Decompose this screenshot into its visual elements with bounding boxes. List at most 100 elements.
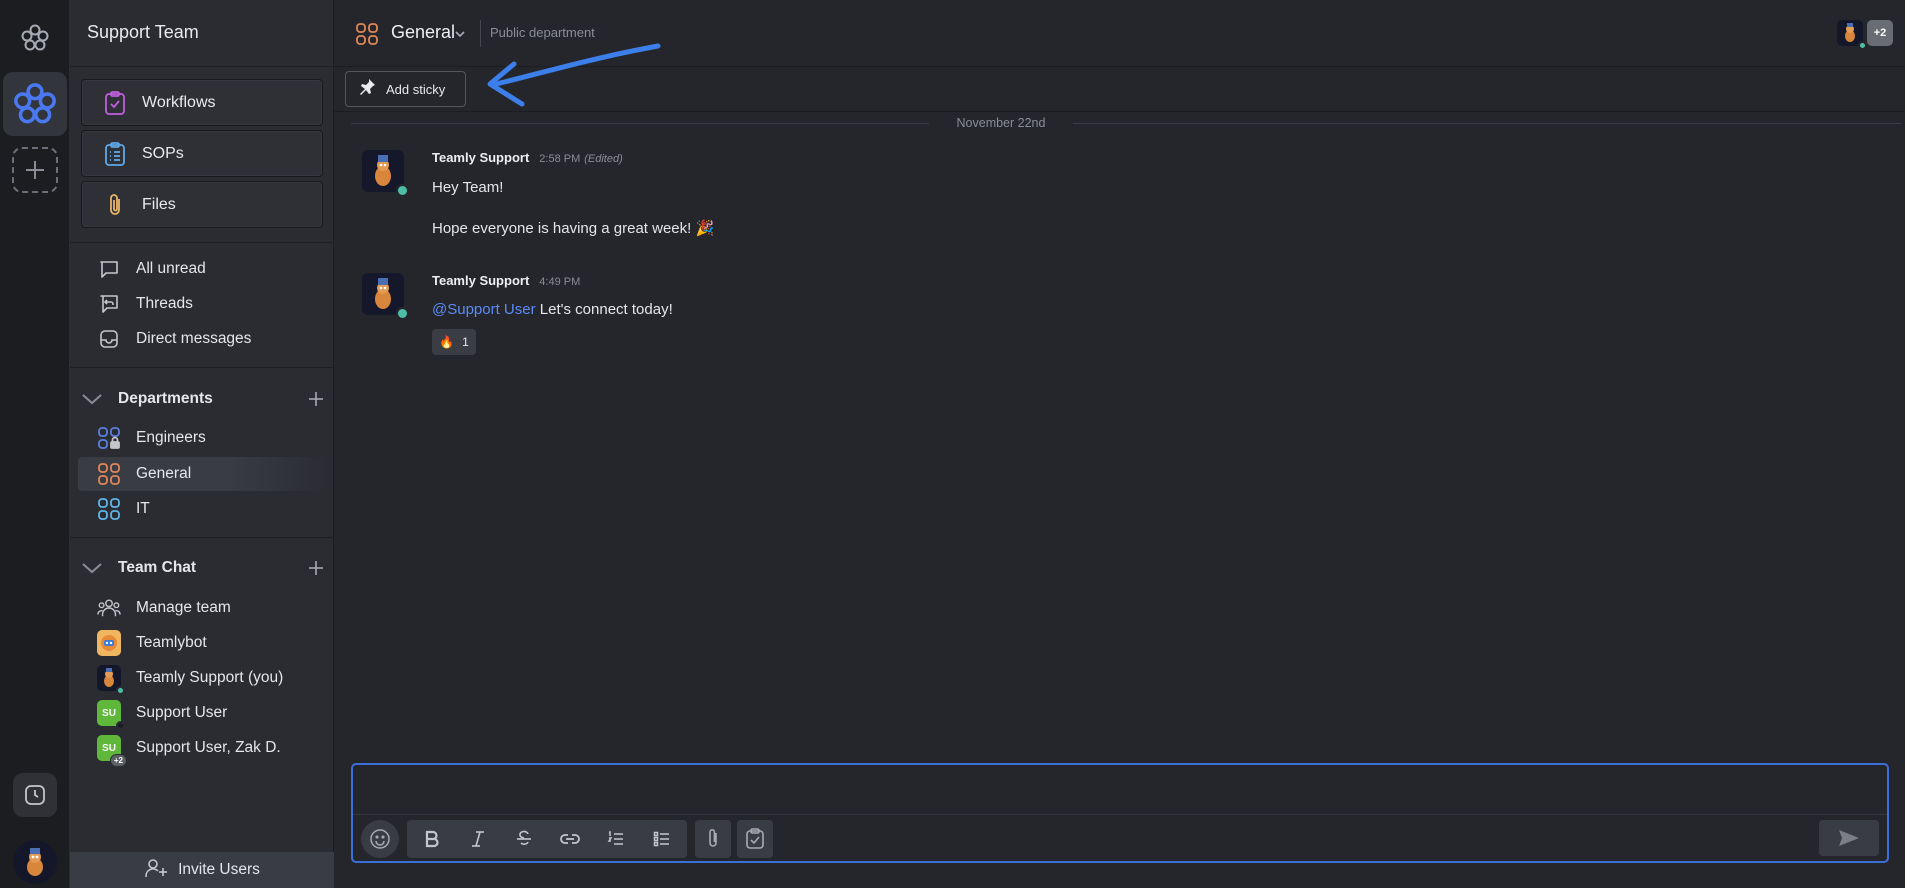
main-panel: General Public department +2 Add sticky <box>334 0 1905 888</box>
author-name[interactable]: Teamly Support <box>432 150 529 165</box>
department-locked-icon <box>97 426 121 450</box>
nav-label: All unread <box>136 260 206 277</box>
threads-icon <box>97 292 121 316</box>
chat-group-support-user-zak[interactable]: SU +2 Support User, Zak D. <box>97 734 281 767</box>
section-label: Team Chat <box>118 559 197 576</box>
chevron-down-icon[interactable] <box>80 387 104 411</box>
message-text: Hey Team! <box>432 179 504 196</box>
paperclip-icon <box>102 192 128 218</box>
bold-button[interactable] <box>414 822 450 856</box>
chat-label: Teamly Support (you) <box>136 669 284 686</box>
online-status-dot <box>396 184 409 197</box>
divider <box>70 242 334 243</box>
reaction-chip[interactable]: 🔥 1 <box>432 329 476 355</box>
more-members-badge[interactable]: +2 <box>1867 20 1893 46</box>
message[interactable]: Teamly Support 4:49 PM @Support User Let'… <box>362 273 1762 363</box>
message-text: Hope everyone is having a great week! 🎉 <box>432 220 715 237</box>
bullet-list-button[interactable] <box>644 822 680 856</box>
annotation-arrow-icon <box>487 43 661 107</box>
invite-label: Invite Users <box>178 861 260 878</box>
bold-icon <box>425 830 439 848</box>
user-mention[interactable]: @Support User <box>432 301 536 318</box>
user-avatar[interactable] <box>13 840 57 884</box>
divider <box>70 66 334 67</box>
fire-emoji-icon: 🔥 <box>439 335 455 349</box>
add-sticky-button[interactable]: Add sticky <box>345 71 466 107</box>
paperclip-icon <box>709 829 717 847</box>
tool-label: Files <box>142 195 176 213</box>
date-separator: November 22nd <box>351 114 1901 132</box>
divider <box>353 814 1887 815</box>
chat-teamlybot[interactable]: Teamlybot <box>97 629 207 657</box>
channel-name[interactable]: General <box>391 22 455 43</box>
task-button[interactable] <box>737 820 773 858</box>
strikethrough-button[interactable] <box>506 822 542 856</box>
author-avatar[interactable] <box>362 273 409 320</box>
online-status-dot <box>396 307 409 320</box>
teamly-logo-icon[interactable] <box>17 20 53 56</box>
link-icon <box>560 834 580 844</box>
author-avatar[interactable] <box>362 150 409 197</box>
author-name[interactable]: Teamly Support <box>432 273 529 288</box>
attach-button[interactable] <box>695 820 731 858</box>
chevron-down-icon[interactable] <box>80 556 104 580</box>
member-avatar[interactable] <box>1837 20 1867 50</box>
tool-sops[interactable]: SOPs <box>81 130 323 177</box>
emoji-button[interactable] <box>361 820 399 858</box>
tool-workflows[interactable]: Workflows <box>81 79 323 126</box>
italic-button[interactable] <box>460 822 496 856</box>
add-department-icon[interactable] <box>306 389 326 409</box>
online-status-dot <box>116 686 125 695</box>
italic-icon <box>472 831 484 847</box>
divider <box>351 123 929 124</box>
inbox-icon <box>97 327 121 351</box>
clock-icon[interactable] <box>13 773 57 817</box>
add-user-icon <box>144 857 168 884</box>
link-button[interactable] <box>552 822 588 856</box>
chat-manage-team[interactable]: Manage team <box>97 594 231 622</box>
message-input[interactable] <box>353 765 1887 813</box>
message-time: 4:49 PM <box>539 276 581 288</box>
workspace-title: Support Team <box>87 22 199 42</box>
tool-label: SOPs <box>142 144 184 162</box>
date-label: November 22nd <box>956 116 1046 130</box>
department-engineers[interactable]: Engineers <box>97 424 206 452</box>
send-icon <box>1839 830 1859 846</box>
department-label: Engineers <box>136 429 206 446</box>
workspace-support-team[interactable] <box>3 72 67 136</box>
add-chat-icon[interactable] <box>306 558 326 578</box>
online-status-dot <box>1858 41 1867 50</box>
add-workspace-button[interactable] <box>12 147 58 193</box>
nav-label: Direct messages <box>136 330 252 347</box>
workspace-rail <box>0 0 70 888</box>
department-general[interactable]: General <box>97 460 191 488</box>
section-departments[interactable]: Departments <box>80 386 326 412</box>
numbered-list-button[interactable] <box>598 822 634 856</box>
clipboard-list-icon <box>102 141 128 167</box>
chat-support-user[interactable]: SU Support User <box>97 699 227 730</box>
department-it[interactable]: IT <box>97 495 150 523</box>
reaction-count: 1 <box>462 335 469 349</box>
invite-users-button[interactable]: Invite Users <box>70 852 334 888</box>
group-avatar: SU +2 <box>97 735 127 767</box>
message-body: Let's connect today! <box>539 301 673 318</box>
edited-label: (Edited) <box>584 153 623 165</box>
avatar-initials: SU <box>102 707 116 719</box>
nav-threads[interactable]: Threads <box>97 290 193 318</box>
nav-all-unread[interactable]: All unread <box>97 255 206 283</box>
divider <box>70 367 334 368</box>
section-team-chat[interactable]: Team Chat <box>80 555 326 581</box>
chevron-down-icon[interactable] <box>454 27 466 39</box>
channel-members[interactable]: +2 <box>1837 20 1893 50</box>
chat-bubble-icon <box>97 257 121 281</box>
send-button[interactable] <box>1819 820 1879 856</box>
chat-teamly-support[interactable]: Teamly Support (you) <box>97 664 284 695</box>
tool-label: Workflows <box>142 93 216 111</box>
message[interactable]: Teamly Support 2:58 PM (Edited) Hey Team! … <box>362 150 1762 240</box>
department-icon <box>97 462 121 486</box>
message-composer <box>351 763 1889 863</box>
tool-files[interactable]: Files <box>81 181 323 228</box>
formatting-toolbar <box>361 820 779 858</box>
nav-direct-messages[interactable]: Direct messages <box>97 325 251 353</box>
app-window: Support Team Workflows SOPs Files All un… <box>0 0 1905 888</box>
